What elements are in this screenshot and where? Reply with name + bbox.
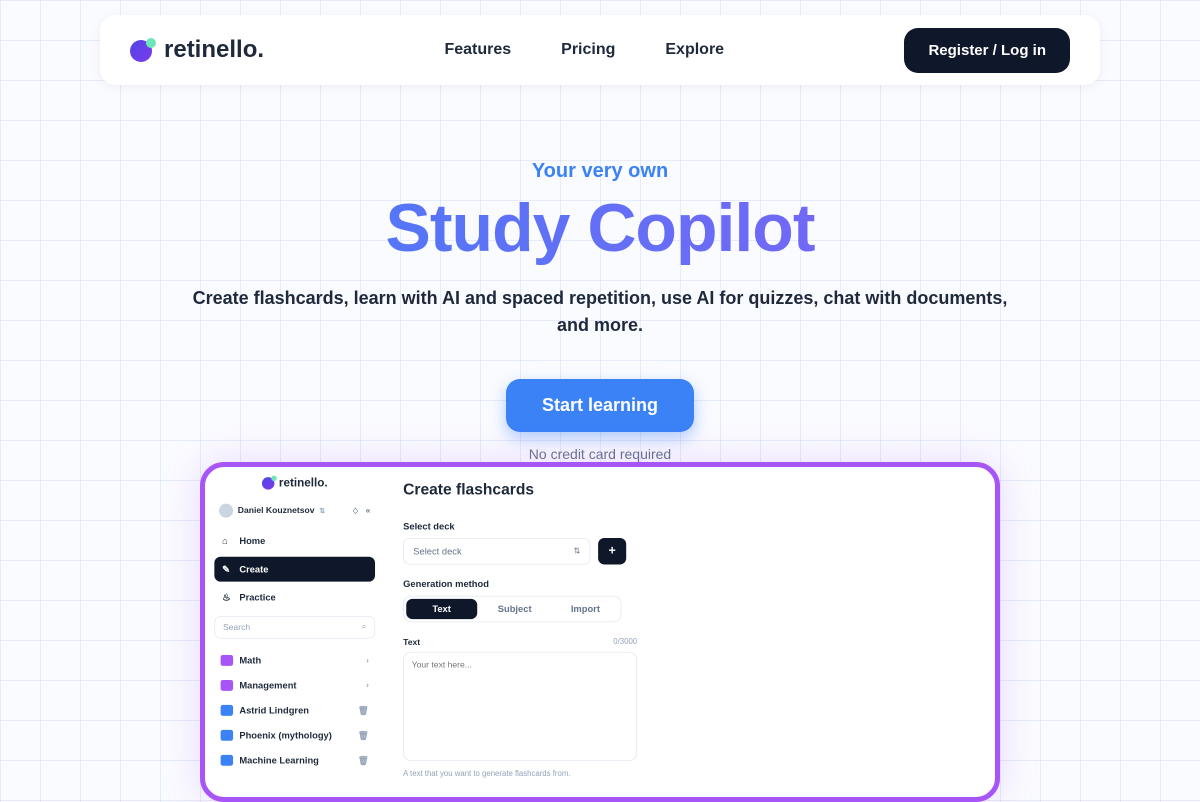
tab-text[interactable]: Text [406,599,477,619]
search-icon: ⌕ [362,622,367,632]
text-input[interactable] [403,652,637,761]
chevron-right-icon: › [366,681,369,690]
deck-item[interactable]: Math › [214,648,375,673]
sidebar: retinello. Daniel Kouznetsov ⇅ ♢ « ⌂ Hom… [205,467,384,778]
app-preview: retinello. Daniel Kouznetsov ⇅ ♢ « ⌂ Hom… [200,462,1000,802]
nav-link-explore[interactable]: Explore [665,41,724,59]
doc-icon [221,730,233,741]
search-input[interactable]: Search ⌕ [214,616,375,639]
logo-icon [130,38,154,62]
gen-tabs: Text Subject Import [403,596,621,623]
add-deck-button[interactable]: + [598,538,626,565]
folder-icon [221,655,233,666]
sidebar-item-home[interactable]: ⌂ Home [214,529,375,554]
sidebar-brand: retinello. [214,476,375,489]
text-hint: A text that you want to generate flashca… [403,770,975,779]
home-icon: ⌂ [222,536,233,547]
hero-subtitle: Create flashcards, learn with AI and spa… [190,285,1010,339]
gen-method-label: Generation method [403,579,975,590]
avatar [219,504,233,518]
deck-item[interactable]: Astrid Lindgren 🗑 [214,698,375,723]
doc-icon [221,705,233,716]
start-learning-button[interactable]: Start learning [506,379,694,432]
sidebar-item-practice[interactable]: ♨ Practice [214,585,375,610]
char-counter: 0/3000 [613,638,637,647]
brand-text: retinello. [164,36,264,64]
tab-import[interactable]: Import [550,596,621,621]
register-button[interactable]: Register / Log in [904,28,1070,73]
logo-icon [262,477,274,489]
doc-icon [221,755,233,766]
user-name: Daniel Kouznetsov [238,506,315,515]
trash-icon[interactable]: 🗑 [358,755,369,765]
navbar: retinello. Features Pricing Explore Regi… [100,15,1100,85]
practice-icon: ♨ [222,592,233,603]
bell-icon[interactable]: ♢ [352,506,360,516]
sidebar-item-create[interactable]: ✎ Create [214,557,375,582]
deck-item[interactable]: Management › [214,673,375,698]
folder-icon [221,680,233,691]
select-deck-label: Select deck [403,521,975,532]
trash-icon[interactable]: 🗑 [358,705,369,715]
chevron-right-icon: › [366,656,369,665]
text-label: Text [403,638,420,647]
hero-section: Your very own Study Copilot Create flash… [0,160,1200,462]
brand[interactable]: retinello. [130,36,264,64]
hero-eyebrow: Your very own [0,160,1200,183]
user-row[interactable]: Daniel Kouznetsov ⇅ ♢ « [214,501,375,521]
pencil-icon: ✎ [222,564,233,575]
trash-icon[interactable]: 🗑 [358,730,369,740]
hero-title: Study Copilot [0,189,1200,267]
deck-item[interactable]: Phoenix (mythology) 🗑 [214,723,375,748]
nav-link-features[interactable]: Features [444,41,511,59]
tab-subject[interactable]: Subject [479,596,550,621]
nav-link-pricing[interactable]: Pricing [561,41,615,59]
chevron-down-icon: ⇅ [574,547,581,556]
collapse-icon[interactable]: « [366,506,371,516]
panel-title: Create flashcards [403,481,975,499]
deck-item[interactable]: Machine Learning 🗑 [214,748,375,773]
deck-select[interactable]: Select deck ⇅ [403,538,590,565]
main-panel: Create flashcards Select deck Select dec… [384,467,993,778]
cta-note: No credit card required [0,446,1200,462]
nav-links: Features Pricing Explore [444,41,724,59]
